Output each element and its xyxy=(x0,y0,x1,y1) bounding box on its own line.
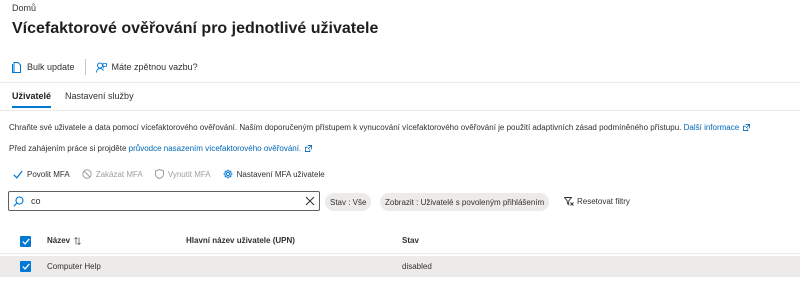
divider xyxy=(0,110,800,111)
disable-mfa-label: Zakázat MFA xyxy=(95,169,143,179)
row-checkbox[interactable] xyxy=(20,261,31,272)
enable-mfa-label: Povolit MFA xyxy=(27,169,70,179)
shield-icon xyxy=(154,169,164,179)
more-options-button[interactable]: ··· xyxy=(353,22,367,34)
search-box[interactable] xyxy=(8,191,320,211)
guide-text: Před zahájením práce si projděte průvodc… xyxy=(9,144,313,153)
checkmark-icon xyxy=(13,170,23,179)
deployment-guide-label: průvodce nasazením vícefaktorového ověřo… xyxy=(128,144,302,153)
enforce-mfa-button[interactable]: Vynutit MFA xyxy=(154,169,211,179)
learn-more-link[interactable]: Další informace xyxy=(684,123,751,132)
reset-filters-button[interactable]: Resetovat filtry xyxy=(564,197,630,206)
feedback-button[interactable]: Máte zpětnou vazbu? xyxy=(95,62,198,73)
user-mfa-settings-button[interactable]: Nastavení MFA uživatele xyxy=(223,169,325,179)
select-all-checkbox[interactable] xyxy=(20,236,31,247)
enable-mfa-button[interactable]: Povolit MFA xyxy=(13,170,70,179)
tab-users[interactable]: Uživatelé xyxy=(12,91,52,108)
cell-name: Computer Help xyxy=(47,262,101,271)
bulk-update-label: Bulk update xyxy=(27,62,75,72)
document-icon xyxy=(12,61,21,73)
external-link-icon xyxy=(305,145,313,152)
column-header-upn[interactable]: Hlavní název uživatele (UPN) xyxy=(186,236,295,245)
cell-status: disabled xyxy=(402,262,432,271)
external-link-icon xyxy=(743,124,751,131)
enforce-mfa-label: Vynutit MFA xyxy=(167,169,211,179)
gear-icon xyxy=(223,169,233,179)
table-row[interactable]: Computer Help disabled xyxy=(0,256,800,277)
column-header-status[interactable]: Stav xyxy=(402,236,419,245)
divider xyxy=(0,253,800,254)
block-icon xyxy=(81,169,92,179)
deployment-guide-link[interactable]: průvodce nasazením vícefaktorového ověřo… xyxy=(129,144,313,153)
user-mfa-settings-label: Nastavení MFA uživatele xyxy=(236,169,325,179)
clear-filter-icon xyxy=(564,197,574,206)
reset-filters-label: Resetovat filtry xyxy=(577,197,630,206)
description-text: Chraňte své uživatele a data pomocí více… xyxy=(9,123,682,132)
status-filter[interactable]: Stav : Vše xyxy=(325,193,372,211)
description: Chraňte své uživatele a data pomocí více… xyxy=(9,123,751,132)
guide-intro: Před zahájením práce si projděte xyxy=(9,144,127,153)
command-bar: Bulk update Máte zpětnou vazbu? xyxy=(12,59,198,75)
column-header-name-label: Název xyxy=(47,236,71,245)
search-input[interactable] xyxy=(31,194,301,208)
close-icon[interactable] xyxy=(305,196,315,206)
tab-list: Uživatelé Nastavení služby xyxy=(12,91,134,108)
column-header-name[interactable]: Název xyxy=(47,236,81,245)
mfa-actions: Povolit MFA Zakázat MFA Vynutit MFA Nast… xyxy=(13,169,325,179)
checkmark-icon xyxy=(21,263,30,270)
feedback-icon xyxy=(95,62,107,73)
toolbar-divider xyxy=(84,59,86,75)
checkmark-icon xyxy=(21,238,30,245)
search-icon xyxy=(13,196,24,207)
table-header: Název Hlavní název uživatele (UPN) Stav xyxy=(0,229,800,253)
tab-service-settings[interactable]: Nastavení služby xyxy=(65,91,134,108)
show-filter[interactable]: Zobrazit : Uživatelé s povoleným přihláš… xyxy=(380,193,550,211)
bulk-update-button[interactable]: Bulk update xyxy=(12,61,75,73)
breadcrumb[interactable]: Domů xyxy=(12,3,36,13)
sort-icon xyxy=(74,236,81,245)
page-title: Vícefaktorové ověřování pro jednotlivé u… xyxy=(12,20,379,37)
feedback-label: Máte zpětnou vazbu? xyxy=(111,62,198,72)
divider xyxy=(0,82,800,83)
disable-mfa-button[interactable]: Zakázat MFA xyxy=(81,169,143,179)
learn-more-label: Další informace xyxy=(683,123,740,132)
